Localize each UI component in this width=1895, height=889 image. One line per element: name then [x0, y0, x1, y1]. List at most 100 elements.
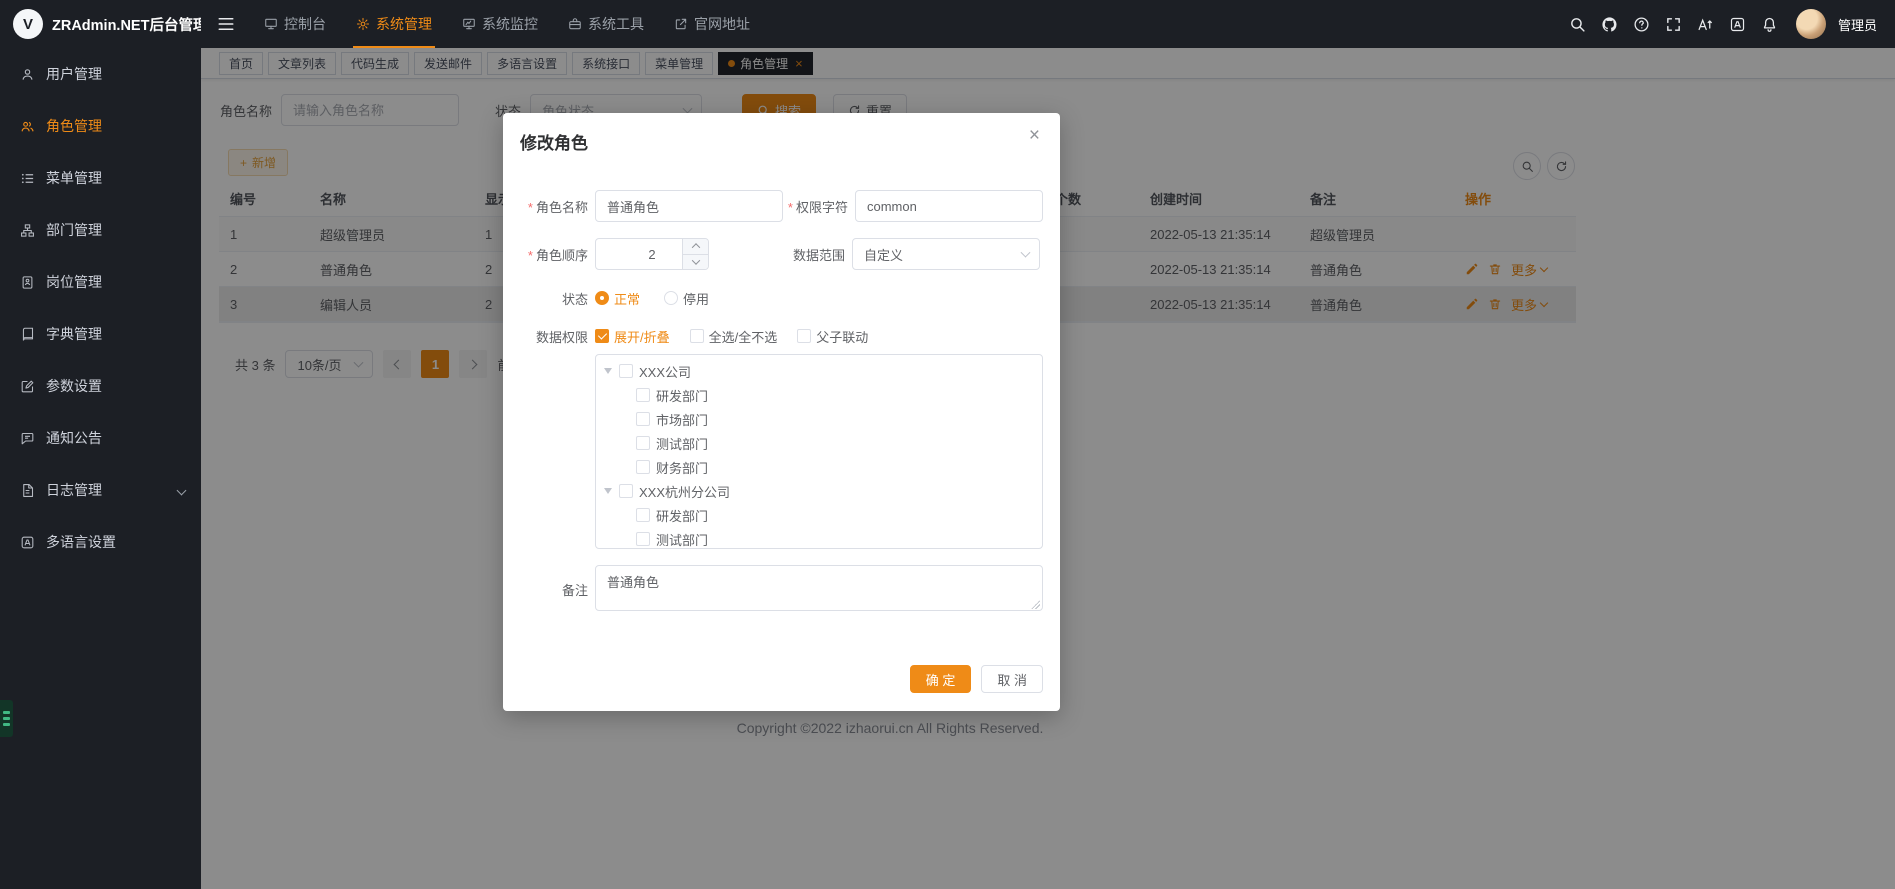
nav-label: 官网地址: [694, 14, 750, 34]
github-icon[interactable]: [1596, 9, 1624, 39]
tree-node[interactable]: 市场部门: [596, 407, 1042, 431]
sidebar-item-menu[interactable]: 菜单管理: [0, 152, 201, 204]
caret-down-icon[interactable]: [604, 488, 612, 494]
font-size-icon[interactable]: [1692, 9, 1720, 39]
bell-icon[interactable]: [1756, 9, 1784, 39]
app-title: ZRAdmin.NET后台管理: [52, 14, 207, 35]
tree-checkbox[interactable]: [636, 388, 650, 402]
sidebar-item-logs[interactable]: 日志管理: [0, 464, 201, 516]
tree-node-label: 测试部门: [656, 530, 708, 549]
tree-node[interactable]: 测试部门: [596, 527, 1042, 549]
data-scope-select[interactable]: 自定义: [852, 238, 1040, 270]
number-spinner: [682, 239, 708, 269]
language-icon[interactable]: [1724, 9, 1752, 39]
fullscreen-icon[interactable]: [1660, 9, 1688, 39]
role-order-value: 2: [648, 247, 655, 262]
checkbox-label: 全选/全不选: [709, 327, 778, 346]
sidebar-item-i18n[interactable]: 多语言设置: [0, 516, 201, 568]
status-label: 状态: [503, 289, 588, 308]
nav-label: 系统监控: [482, 14, 538, 34]
sitemap-icon: [20, 223, 35, 238]
sidebar-item-role[interactable]: 角色管理: [0, 100, 201, 152]
radio-checked-icon: [595, 291, 609, 305]
topbar-tools: 管理员: [1564, 9, 1895, 39]
data-scope-label: 数据范围: [709, 245, 845, 264]
caret-down-icon[interactable]: [604, 368, 612, 374]
tree-node[interactable]: 研发部门: [596, 383, 1042, 407]
close-icon[interactable]: ×: [1029, 126, 1040, 145]
nav-item-monitor[interactable]: 系统监控: [447, 0, 553, 48]
tree-node-label: 研发部门: [656, 506, 708, 525]
tree-node-label: 研发部门: [656, 386, 708, 405]
confirm-button[interactable]: 确 定: [910, 665, 972, 693]
tree-checkbox[interactable]: [636, 460, 650, 474]
tree-checkbox[interactable]: [636, 532, 650, 546]
nav-item-dashboard[interactable]: 控制台: [249, 0, 341, 48]
search-icon[interactable]: [1564, 9, 1592, 39]
tree-checkbox[interactable]: [619, 484, 633, 498]
tree-checkbox[interactable]: [636, 436, 650, 450]
sidebar-item-label: 日志管理: [46, 480, 102, 500]
resize-handle-icon[interactable]: [1031, 600, 1040, 609]
sidebar-item-post[interactable]: 岗位管理: [0, 256, 201, 308]
avatar[interactable]: [1796, 9, 1826, 39]
tree-node[interactable]: 测试部门: [596, 431, 1042, 455]
decrease-button[interactable]: [683, 255, 708, 270]
nav-item-system[interactable]: 系统管理: [341, 0, 447, 48]
radio-normal[interactable]: 正常: [595, 289, 640, 308]
increase-button[interactable]: [683, 239, 708, 255]
checkbox-unchecked-icon: [690, 329, 704, 343]
sidebar-item-dept[interactable]: 部门管理: [0, 204, 201, 256]
app-logo[interactable]: V ZRAdmin.NET后台管理: [0, 0, 201, 48]
nav-label: 系统工具: [588, 14, 644, 34]
tree-checkbox[interactable]: [636, 412, 650, 426]
sidebar-item-params[interactable]: 参数设置: [0, 360, 201, 412]
expand-collapse-checkbox[interactable]: 展开/折叠: [595, 327, 670, 346]
radio-disabled[interactable]: 停用: [664, 289, 709, 308]
sidebar-item-notice[interactable]: 通知公告: [0, 412, 201, 464]
tree-node-label: 财务部门: [656, 458, 708, 477]
tree-node[interactable]: XXX杭州分公司: [596, 479, 1042, 503]
role-order-input[interactable]: 2: [595, 238, 709, 270]
help-icon[interactable]: [1628, 9, 1656, 39]
toolbox-icon: [568, 17, 582, 31]
data-scope-value: 自定义: [864, 245, 903, 264]
role-order-label: *角色顺序: [503, 245, 588, 264]
tree-node-label: XXX公司: [639, 362, 691, 381]
sidebar-item-label: 部门管理: [46, 220, 102, 240]
cancel-button[interactable]: 取 消: [981, 665, 1043, 693]
sidebar-item-label: 多语言设置: [46, 532, 116, 552]
perm-char-input[interactable]: [855, 190, 1043, 222]
tree-checkbox[interactable]: [636, 508, 650, 522]
checkbox-label: 父子联动: [816, 327, 868, 346]
file-text-icon: [20, 483, 35, 498]
nav-item-website[interactable]: 官网地址: [659, 0, 765, 48]
remark-textarea[interactable]: 普通角色: [595, 565, 1043, 611]
nav-item-tools[interactable]: 系统工具: [553, 0, 659, 48]
tree-node[interactable]: XXX公司: [596, 359, 1042, 383]
parent-child-link-checkbox[interactable]: 父子联动: [797, 327, 868, 346]
dialog-body: *角色名称 *权限字符 *角色顺序 2 数据范围 自定义: [503, 153, 1060, 614]
sidebar-item-dict[interactable]: 字典管理: [0, 308, 201, 360]
role-name-input[interactable]: [595, 190, 783, 222]
sidebar-item-label: 通知公告: [46, 428, 102, 448]
chevron-down-icon: [177, 485, 187, 495]
browser-extension-badge[interactable]: [0, 700, 13, 737]
sidebar-item-user[interactable]: 用户管理: [0, 48, 201, 100]
required-asterisk: *: [788, 200, 793, 215]
tree-node-label: 市场部门: [656, 410, 708, 429]
language-icon: [20, 535, 35, 550]
select-all-checkbox[interactable]: 全选/全不选: [690, 327, 778, 346]
checkbox-label: 展开/折叠: [614, 327, 670, 346]
dept-tree: XXX公司 研发部门 市场部门 测试部门 财务部门 XXX杭州分公司: [595, 354, 1043, 549]
checkbox-unchecked-icon: [797, 329, 811, 343]
tree-checkbox[interactable]: [619, 364, 633, 378]
data-perm-label: 数据权限: [503, 327, 588, 346]
role-icon: [20, 119, 35, 134]
tree-node-label: XXX杭州分公司: [639, 482, 730, 501]
tree-node[interactable]: 研发部门: [596, 503, 1042, 527]
hamburger-icon[interactable]: [201, 15, 249, 33]
user-name[interactable]: 管理员: [1838, 15, 1877, 34]
tree-node[interactable]: 财务部门: [596, 455, 1042, 479]
sidebar-item-label: 参数设置: [46, 376, 102, 396]
